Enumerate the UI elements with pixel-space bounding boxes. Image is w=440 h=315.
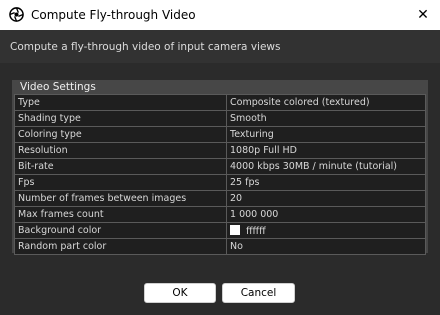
property-value[interactable]: Composite colored (textured) — [226, 94, 426, 111]
description-area: Compute a fly-through video of input cam… — [0, 30, 440, 63]
color-swatch[interactable] — [230, 224, 240, 235]
property-name: Bit-rate — [14, 158, 227, 175]
table-row[interactable]: Fps 25 fps — [14, 174, 426, 191]
property-value[interactable]: 4000 kbps 30MB / minute (tutorial) — [226, 158, 426, 175]
property-name: Number of frames between images — [14, 190, 227, 207]
table-row[interactable]: Max frames count 1 000 000 — [14, 206, 426, 223]
property-name: Type — [14, 94, 227, 111]
close-button[interactable]: ✕ — [406, 0, 440, 30]
title-bar: Compute Fly-through Video ✕ — [0, 0, 440, 30]
property-value[interactable]: Smooth — [226, 110, 426, 127]
table-row[interactable]: Background color ffffff — [14, 222, 426, 239]
property-value[interactable]: 20 — [226, 190, 426, 207]
property-name: Resolution — [14, 142, 227, 159]
property-value[interactable]: 25 fps — [226, 174, 426, 191]
property-value[interactable]: No — [226, 238, 426, 255]
property-name: Shading type — [14, 110, 227, 127]
table-row[interactable]: Bit-rate 4000 kbps 30MB / minute (tutori… — [14, 158, 426, 175]
group-title: Video Settings — [20, 81, 96, 93]
dialog-description: Compute a fly-through video of input cam… — [10, 41, 281, 53]
background-color-value[interactable]: ffffff — [226, 222, 426, 239]
table-row[interactable]: Shading type Smooth — [14, 110, 426, 127]
cancel-button[interactable]: Cancel — [222, 283, 295, 303]
property-name: Random part color — [14, 238, 227, 255]
color-hex: ffffff — [246, 225, 266, 237]
ok-button[interactable]: OK — [144, 283, 216, 303]
table-row[interactable]: Coloring type Texturing — [14, 126, 426, 143]
table-row[interactable]: Random part color No — [14, 238, 426, 255]
property-name: Coloring type — [14, 126, 227, 143]
property-name: Background color — [14, 222, 227, 239]
settings-table: Type Composite colored (textured) Shadin… — [14, 94, 426, 255]
property-name: Fps — [14, 174, 227, 191]
table-row[interactable]: Type Composite colored (textured) — [14, 94, 426, 111]
property-value[interactable]: Texturing — [226, 126, 426, 143]
dialog-body: Video Settings Type Composite colored (t… — [0, 63, 440, 315]
property-value[interactable]: 1 000 000 — [226, 206, 426, 223]
aperture-icon — [9, 7, 24, 22]
property-value[interactable]: 1080p Full HD — [226, 142, 426, 159]
video-settings-group: Video Settings Type Composite colored (t… — [12, 80, 428, 255]
table-row[interactable]: Number of frames between images 20 — [14, 190, 426, 207]
property-name: Max frames count — [14, 206, 227, 223]
window-title: Compute Fly-through Video — [31, 8, 196, 22]
table-row[interactable]: Resolution 1080p Full HD — [14, 142, 426, 159]
close-icon: ✕ — [417, 7, 429, 23]
